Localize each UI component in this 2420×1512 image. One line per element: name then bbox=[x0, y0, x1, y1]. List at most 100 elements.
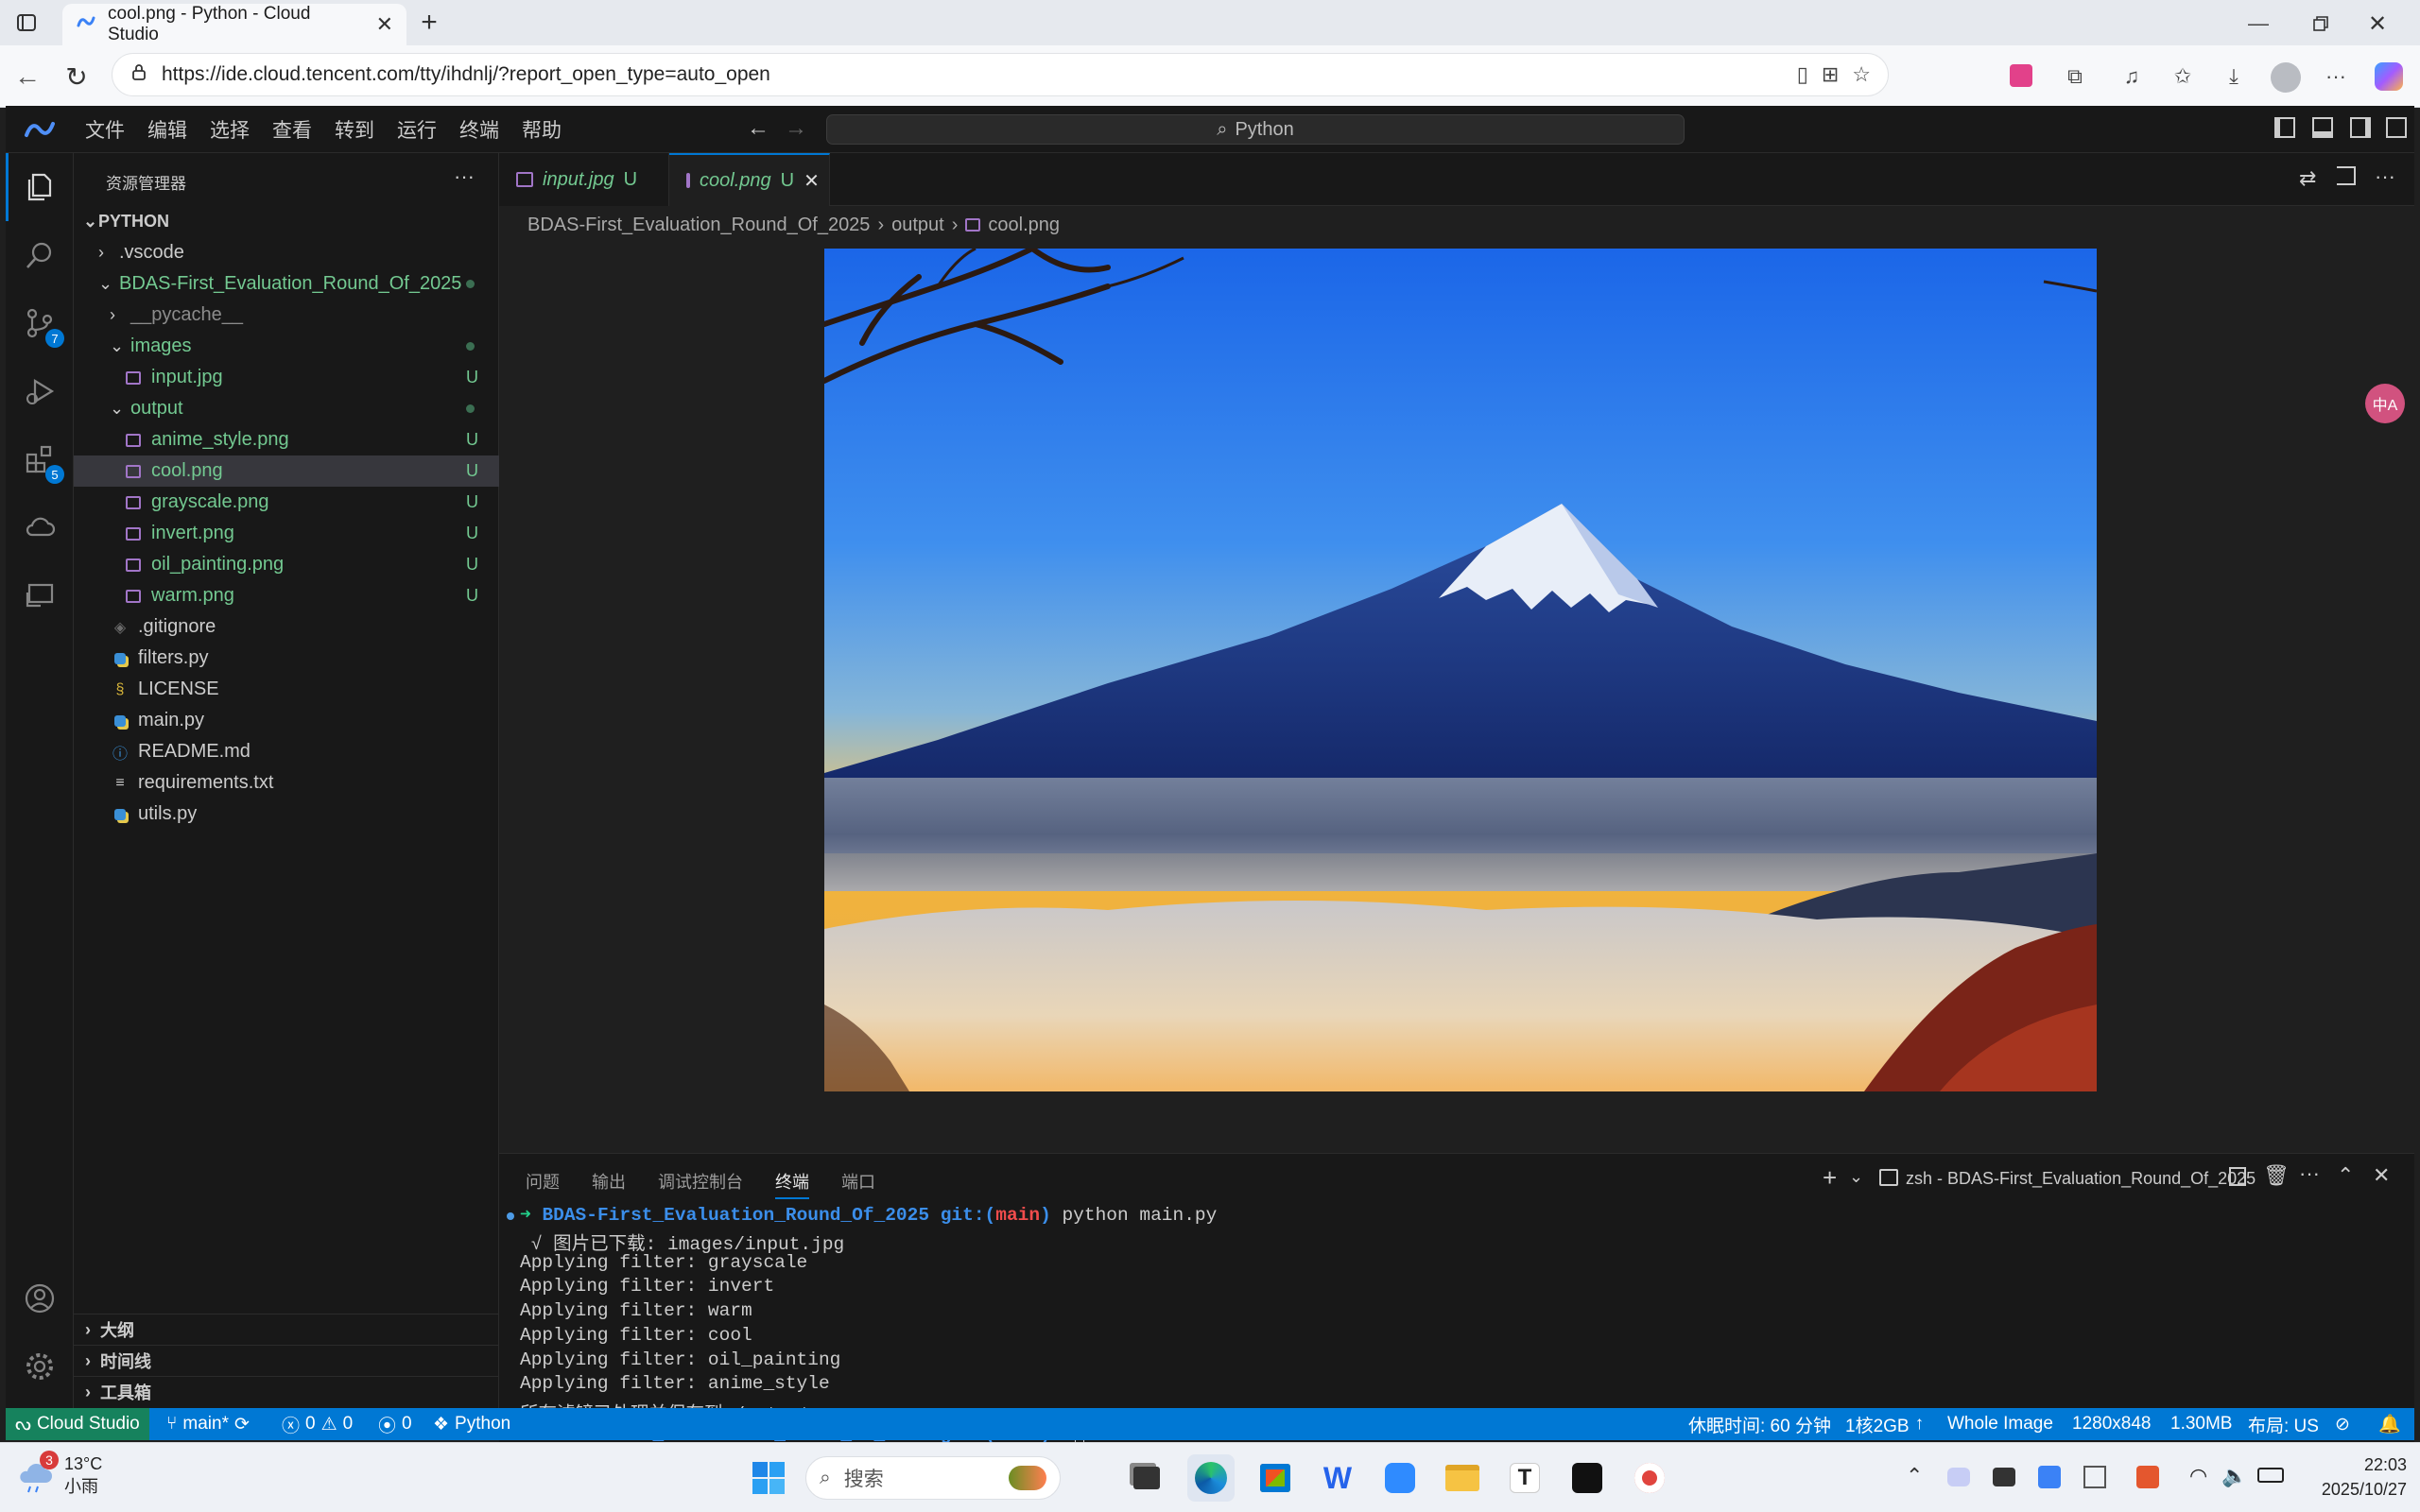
tray-app-icon[interactable] bbox=[1993, 1468, 2015, 1486]
tree-folder[interactable]: › __pycache__ bbox=[74, 300, 499, 331]
weather-widget[interactable]: 3 13°C 小雨 bbox=[17, 1451, 102, 1498]
cloud-studio-logo-icon[interactable] bbox=[6, 118, 74, 141]
outline-section[interactable]: › 大纲 bbox=[74, 1314, 499, 1345]
reading-view-icon[interactable]: ▯ bbox=[1797, 62, 1808, 87]
extensions-icon[interactable]: 5 bbox=[19, 438, 64, 484]
tray-app-icon[interactable] bbox=[2136, 1466, 2159, 1488]
new-tab-icon[interactable]: + bbox=[414, 7, 444, 38]
search-icon[interactable] bbox=[19, 234, 60, 276]
tree-file[interactable]: input.jpg U bbox=[74, 362, 499, 393]
tray-app-icon[interactable] bbox=[1947, 1468, 1970, 1486]
tree-file[interactable]: ◈ .gitignore bbox=[74, 611, 499, 643]
tab-cool-png[interactable]: cool.png U ✕ bbox=[669, 153, 830, 206]
clock[interactable]: 22:03 2025/10/27 bbox=[2297, 1452, 2407, 1502]
translate-float-icon[interactable]: 中A bbox=[2365, 384, 2405, 423]
tree-file[interactable]: utils.py bbox=[74, 799, 499, 830]
tree-folder[interactable]: › .vscode bbox=[74, 237, 499, 268]
tree-file[interactable]: filters.py bbox=[74, 643, 499, 674]
settings-more-icon[interactable]: ··· bbox=[2322, 62, 2350, 91]
menu-run[interactable]: 运行 bbox=[386, 115, 448, 144]
tree-folder[interactable]: ⌄ BDAS-First_Evaluation_Round_Of_2025 bbox=[74, 268, 499, 300]
keyboard-layout[interactable]: 布局: US bbox=[2248, 1408, 2319, 1440]
remote-indicator[interactable]: ᔓ Cloud Studio bbox=[6, 1408, 149, 1440]
restore-window-icon[interactable] bbox=[2307, 9, 2335, 38]
image-preview[interactable] bbox=[824, 249, 2097, 1091]
tree-file[interactable]: § LICENSE bbox=[74, 674, 499, 705]
chevron-down-icon[interactable]: ⌄ bbox=[1849, 1167, 1863, 1187]
tree-file[interactable]: main.py bbox=[74, 705, 499, 736]
breadcrumb-item[interactable]: cool.png bbox=[988, 215, 1060, 236]
copilot-icon[interactable] bbox=[2375, 62, 2403, 91]
tree-file[interactable]: oil_painting.png U bbox=[74, 549, 499, 580]
close-panel-icon[interactable]: ✕ bbox=[2373, 1163, 2390, 1188]
battery-icon[interactable] bbox=[2257, 1468, 2284, 1483]
tree-folder[interactable]: ⌄ images bbox=[74, 331, 499, 362]
minimize-window-icon[interactable]: — bbox=[2244, 9, 2273, 38]
close-window-icon[interactable]: ✕ bbox=[2363, 9, 2392, 38]
task-view-icon[interactable] bbox=[1123, 1454, 1170, 1502]
timeline-section[interactable]: › 时间线 bbox=[74, 1345, 499, 1376]
menu-terminal[interactable]: 终端 bbox=[448, 115, 510, 144]
toolbox-section[interactable]: › 工具箱 bbox=[74, 1376, 499, 1407]
media-icon[interactable]: ♫ bbox=[2118, 62, 2146, 91]
tab-output[interactable]: 输出 bbox=[592, 1169, 626, 1194]
maximize-panel-icon[interactable]: ⌃ bbox=[2337, 1163, 2354, 1188]
tray-keyboard-icon[interactable] bbox=[2083, 1466, 2106, 1488]
menu-selection[interactable]: 选择 bbox=[199, 115, 261, 144]
tree-file[interactable]: invert.png U bbox=[74, 518, 499, 549]
kill-terminal-trash-icon[interactable]: 🗑 bbox=[2263, 1163, 2290, 1188]
explorer-more-icon[interactable]: ··· bbox=[454, 164, 475, 189]
zoom-mode[interactable]: Whole Image bbox=[1947, 1408, 2053, 1440]
profile-avatar[interactable] bbox=[2271, 62, 2301, 93]
open-changes-icon[interactable]: ⇄ bbox=[2299, 166, 2316, 191]
typora-app-icon[interactable]: T bbox=[1501, 1454, 1548, 1502]
tab-terminal[interactable]: 终端 bbox=[775, 1169, 809, 1199]
tree-file[interactable]: ⓘ README.md bbox=[74, 736, 499, 767]
wifi-icon[interactable]: ◠ bbox=[2189, 1464, 2207, 1488]
nav-back-icon[interactable]: ← bbox=[747, 115, 769, 142]
app-available-icon[interactable]: ⊞ bbox=[1822, 62, 1839, 87]
split-editor-icon[interactable] bbox=[2337, 166, 2356, 185]
manage-gear-icon[interactable] bbox=[19, 1346, 60, 1387]
tree-file[interactable]: warm.png U bbox=[74, 580, 499, 611]
favorites-icon[interactable]: ✩ bbox=[2169, 62, 2197, 91]
panel-more-icon[interactable]: ··· bbox=[2299, 1161, 2320, 1186]
account-icon[interactable] bbox=[19, 1278, 60, 1319]
extensions-puzzle-icon[interactable]: ⧉ bbox=[2061, 62, 2089, 91]
nav-forward-icon[interactable]: → bbox=[785, 115, 807, 142]
messaging-app-icon[interactable] bbox=[1376, 1454, 1424, 1502]
tree-file[interactable]: ≡ requirements.txt bbox=[74, 767, 499, 799]
tab-actions-icon[interactable] bbox=[15, 11, 38, 34]
red-app-icon[interactable] bbox=[1626, 1454, 1673, 1502]
tray-expand-icon[interactable]: ⌃ bbox=[1906, 1464, 1923, 1488]
back-icon[interactable]: ← bbox=[13, 61, 42, 91]
split-terminal-icon[interactable] bbox=[2229, 1167, 2246, 1186]
menu-go[interactable]: 转到 bbox=[323, 115, 386, 144]
tree-file[interactable]: cool.png U bbox=[74, 455, 499, 487]
toggle-panel-icon[interactable] bbox=[2312, 117, 2333, 138]
microsoft-store-icon[interactable] bbox=[1252, 1454, 1299, 1502]
new-terminal-icon[interactable]: + bbox=[1823, 1163, 1837, 1193]
terminal-title[interactable]: zsh - BDAS-First_Evaluation_Round_Of_202… bbox=[1906, 1169, 2256, 1189]
resource-indicator[interactable]: 1核2GB ↑ bbox=[1845, 1408, 1924, 1440]
menu-view[interactable]: 查看 bbox=[261, 115, 323, 144]
volume-icon[interactable]: 🔈 bbox=[2221, 1464, 2247, 1488]
downloads-icon[interactable]: ⤓ bbox=[2220, 62, 2248, 91]
cloud-icon[interactable] bbox=[19, 507, 60, 548]
notifications-bell-icon[interactable]: 🔔 bbox=[2378, 1408, 2401, 1440]
breadcrumb-item[interactable]: output bbox=[891, 215, 944, 236]
menu-file[interactable]: 文件 bbox=[74, 115, 136, 144]
reload-icon[interactable]: ↻ bbox=[62, 62, 91, 92]
run-debug-icon[interactable] bbox=[19, 370, 60, 412]
git-branch[interactable]: ⑂ main* ⟳ bbox=[166, 1408, 250, 1440]
toggle-secondary-sidebar-icon[interactable] bbox=[2350, 117, 2371, 138]
tab-ports[interactable]: 端口 bbox=[841, 1169, 875, 1194]
address-bar[interactable]: https://ide.cloud.tencent.com/tty/ihdnlj… bbox=[112, 53, 1889, 96]
close-tab-icon[interactable]: ✕ bbox=[376, 12, 393, 37]
close-tab-icon[interactable]: ✕ bbox=[804, 169, 820, 193]
breadcrumb-item[interactable]: BDAS-First_Evaluation_Round_Of_2025 bbox=[527, 215, 870, 236]
remote-preview-icon[interactable] bbox=[19, 575, 60, 616]
terminal-app-icon[interactable] bbox=[1564, 1454, 1611, 1502]
tab-problems[interactable]: 问题 bbox=[526, 1169, 560, 1194]
favorite-star-icon[interactable]: ☆ bbox=[1852, 62, 1871, 87]
